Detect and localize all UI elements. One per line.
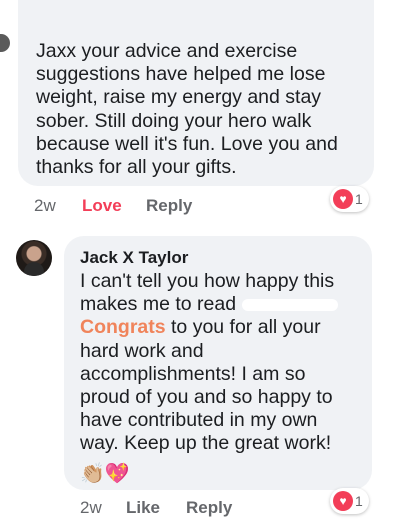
emoji-row: 👏🏼💖 [80, 462, 130, 485]
comment-timestamp: 2w [34, 196, 56, 215]
reply-bubble: Jack X Taylor I can't tell you how happy… [64, 236, 372, 490]
avatar[interactable] [16, 240, 52, 276]
reply-text: I can't tell you how happy this makes me… [80, 270, 358, 456]
love-button[interactable]: Love [82, 196, 122, 216]
reaction-count: 1 [355, 493, 363, 509]
reaction-summary[interactable]: ♥ 1 [330, 488, 369, 514]
author-name[interactable]: Jack X Taylor [80, 248, 358, 268]
reply-button[interactable]: Reply [186, 498, 232, 518]
redacted-text [242, 299, 339, 312]
like-button[interactable]: Like [126, 498, 160, 518]
reply-button[interactable]: Reply [146, 196, 192, 216]
comment-text: Jaxx your advice and exercise suggestion… [36, 40, 338, 179]
reaction-count: 1 [355, 191, 363, 207]
heart-icon: ♥ [333, 491, 353, 511]
reply-timestamp: 2w [80, 498, 102, 517]
highlighted-word: Congrats [80, 316, 166, 339]
heart-icon: ♥ [333, 189, 353, 209]
previous-avatar-edge [0, 34, 10, 52]
comment-bubble: Jaxx your advice and exercise suggestion… [18, 0, 374, 186]
reaction-summary[interactable]: ♥ 1 [330, 186, 369, 212]
